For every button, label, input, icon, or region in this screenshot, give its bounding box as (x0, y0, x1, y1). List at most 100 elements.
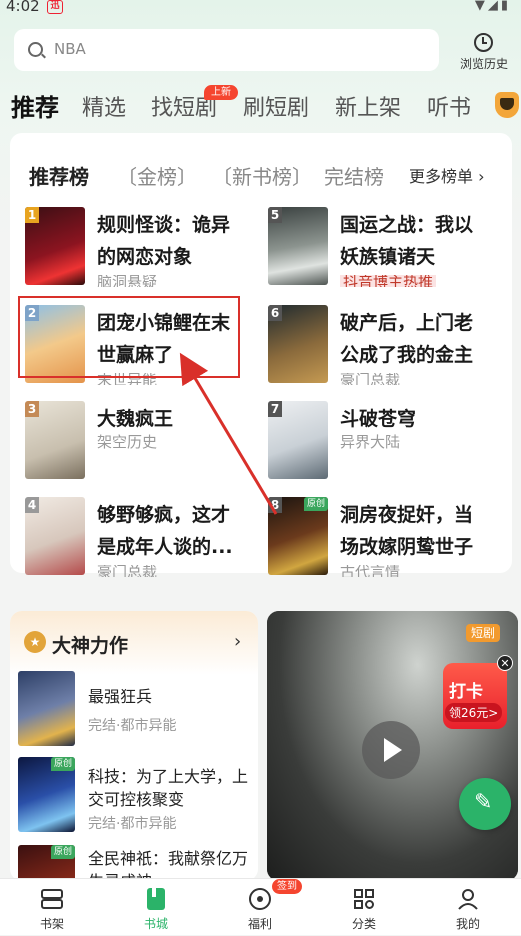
rank-number: 8 (268, 497, 282, 513)
vip-shield-icon[interactable] (495, 92, 519, 118)
bookshelf-icon (41, 889, 63, 909)
search-icon (28, 42, 43, 57)
user-icon (458, 889, 478, 910)
nav-bookstore[interactable]: 书城 (104, 879, 208, 936)
book-cover: 3 (25, 401, 85, 479)
bottom-nav: 书架 书城 福利 分类 我的 (0, 878, 521, 935)
original-tag: 原创 (51, 845, 75, 859)
short-drama-tag: 短剧 (466, 624, 500, 642)
book-cover: 1 (25, 207, 85, 285)
app-notification-icon: 迅 (47, 0, 63, 14)
book-genre: 古代言情 (340, 565, 401, 577)
book-genre: 豪门总裁 (97, 565, 158, 577)
status-bar: 4:02 迅 ▼◢▮ (0, 0, 521, 18)
book-title: 够野够疯，这才是成年人谈的... (97, 504, 233, 558)
rank-tab-finished[interactable]: 完结榜 (324, 161, 390, 190)
tab-recommend[interactable]: 推荐 (11, 88, 59, 123)
nav-label: 我的 (455, 917, 480, 931)
status-time: 4:02 (6, 0, 40, 15)
search-bar[interactable]: NBA (14, 29, 439, 71)
book-cover (18, 671, 75, 746)
short-drama-video-card[interactable]: 短剧 打卡 领26元> ✕ (267, 611, 518, 881)
book-genre: 完结·都市异能 (88, 718, 177, 734)
book-title: 全民神祇：我献祭亿万生灵成神 (88, 849, 249, 881)
dashen-title[interactable]: 大神力作 (52, 631, 128, 658)
book-title: 科技：为了上大学，上交可控核聚变 (88, 767, 249, 809)
close-icon[interactable]: ✕ (497, 655, 513, 671)
book-genre: 完结·都市异能 (88, 816, 177, 832)
book-item-3[interactable]: 3 大魏疯王 架空历史 (25, 401, 260, 489)
ranking-title[interactable]: 推荐榜 (29, 161, 89, 190)
book-item-6[interactable]: 6 破产后，上门老公成了我的金主 豪门总裁 (268, 305, 503, 393)
rank-number: 3 (25, 401, 39, 417)
book-cover: 7 (268, 401, 328, 479)
tab-new-releases[interactable]: 新上架 (335, 90, 401, 122)
book-tag: 抖音博主热推 (340, 275, 437, 287)
book-genre: 架空历史 (97, 433, 158, 451)
more-ranks-link[interactable]: 更多榜单 › (409, 163, 485, 187)
tab-watch-short-drama[interactable]: 刷短剧 (243, 90, 309, 122)
clock-icon (474, 33, 493, 52)
rank-number: 1 (25, 207, 39, 223)
nav-bookshelf[interactable]: 书架 (0, 879, 104, 936)
book-cover: 4 (25, 497, 85, 575)
book-item-8[interactable]: 8 原创 洞房夜捉奸，当场改嫁阴鸷世子 古代言情 (268, 497, 503, 585)
book-title: 破产后，上门老公成了我的金主 (340, 312, 474, 366)
write-button[interactable]: ✎ (459, 778, 511, 830)
welfare-icon (249, 888, 271, 910)
rank-number: 7 (268, 401, 282, 417)
grid-icon (354, 889, 374, 909)
highlight-box (18, 296, 240, 378)
book-item-1[interactable]: 1 规则怪谈：诡异的网恋对象 脑洞悬疑 (25, 207, 260, 295)
original-tag: 原创 (51, 757, 75, 771)
book-cover: 5 (268, 207, 328, 285)
book-genre: 豪门总裁 (340, 373, 401, 385)
nav-label: 书城 (143, 917, 168, 931)
medal-icon: ★ (24, 631, 46, 653)
play-icon (384, 738, 402, 762)
bookstore-icon (147, 888, 165, 910)
book-cover: 原创 (18, 757, 75, 832)
history-button[interactable]: 浏览历史 (448, 33, 520, 73)
checkin-promo[interactable]: 打卡 领26元> ✕ (443, 655, 513, 733)
dashen-book-2[interactable]: 原创 科技：为了上大学，上交可控核聚变 完结·都市异能 (18, 757, 258, 837)
system-icons: ▼◢▮ (474, 0, 511, 13)
original-tag: 原创 (304, 497, 328, 511)
new-badge: 上新 (204, 85, 238, 100)
book-cover: 原创 (18, 845, 75, 881)
history-label: 浏览历史 (459, 57, 508, 71)
book-genre: 脑洞悬疑 (97, 275, 158, 287)
book-title: 国运之战：我以妖族镇诸天 (340, 214, 474, 268)
nav-mine[interactable]: 我的 (416, 879, 520, 936)
rank-number: 6 (268, 305, 282, 321)
book-cover: 8 原创 (268, 497, 328, 575)
rank-number: 4 (25, 497, 39, 513)
nav-label: 分类 (351, 917, 376, 931)
tab-featured[interactable]: 精选 (82, 90, 126, 122)
nav-label: 书架 (39, 917, 64, 931)
play-button[interactable] (362, 721, 420, 779)
dashen-book-1[interactable]: 最强狂兵 完结·都市异能 (18, 671, 258, 751)
book-cover: 6 (268, 305, 328, 383)
pen-icon: ✎ (474, 790, 493, 815)
nav-label: 福利 (247, 917, 272, 931)
book-item-4[interactable]: 4 够野够疯，这才是成年人谈的... 豪门总裁 (25, 497, 260, 585)
book-title: 最强狂兵 (88, 687, 153, 706)
checkin-badge: 签到 (272, 879, 302, 894)
chevron-right-icon[interactable]: › (234, 631, 241, 652)
book-genre: 异界大陆 (340, 433, 401, 451)
tab-audiobooks[interactable]: 听书 (427, 90, 471, 122)
book-title: 规则怪谈：诡异的网恋对象 (97, 214, 231, 268)
rank-number: 5 (268, 207, 282, 223)
checkin-reward: 领26元> (445, 703, 503, 722)
checkin-title: 打卡 (449, 682, 483, 702)
rank-tab-gold[interactable]: 〔金榜〕 (117, 161, 197, 190)
dashen-book-3[interactable]: 原创 全民神祇：我献祭亿万生灵成神 (18, 845, 258, 881)
book-title: 洞房夜捉奸，当场改嫁阴鸷世子 (340, 504, 474, 558)
search-placeholder: NBA (54, 40, 86, 58)
book-item-7[interactable]: 7 斗破苍穹 异界大陆 (268, 401, 503, 489)
book-item-5[interactable]: 5 国运之战：我以妖族镇诸天 抖音博主热推 (268, 207, 503, 295)
nav-categories[interactable]: 分类 (312, 879, 416, 936)
rank-tab-new[interactable]: 〔新书榜〕 (212, 161, 312, 190)
dashen-card: ★ 大神力作 › 最强狂兵 完结·都市异能 原创 科技：为了上大学，上交可控核聚… (10, 611, 258, 881)
